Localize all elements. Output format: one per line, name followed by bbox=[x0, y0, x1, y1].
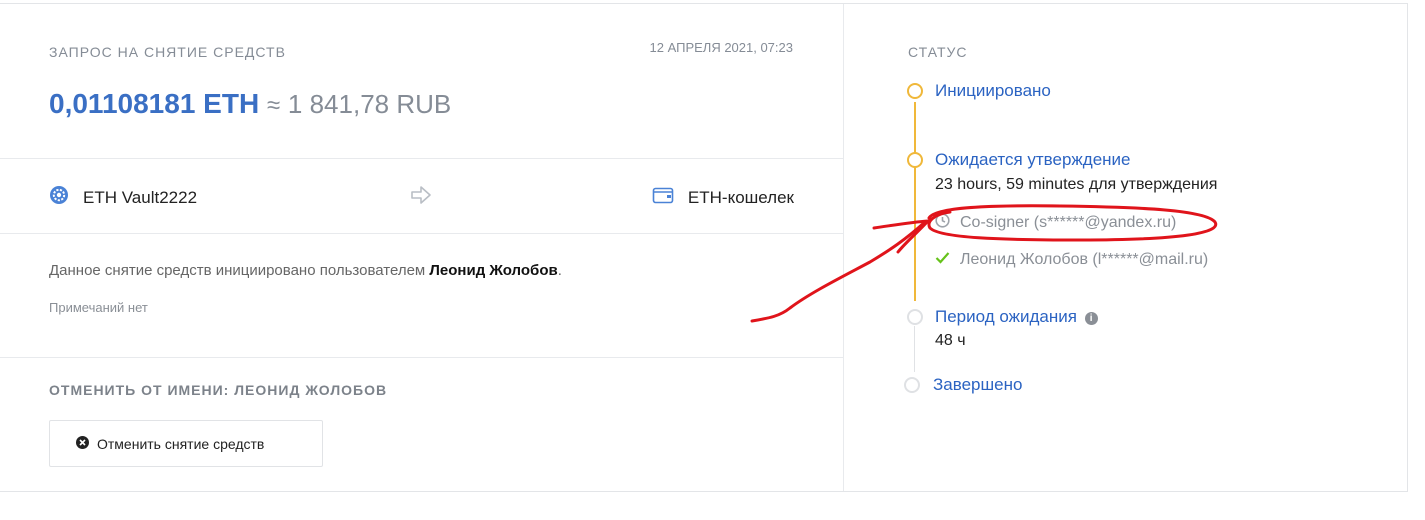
approx-sign: ≈ bbox=[266, 92, 281, 119]
request-title: ЗАПРОС НА СНЯТИЕ СРЕДСТВ bbox=[49, 44, 286, 60]
step-node-initiated bbox=[907, 83, 923, 99]
waiting-period-duration: 48 ч bbox=[935, 332, 966, 349]
wallet-icon bbox=[652, 185, 674, 210]
cosigner-label: Co-signer (s******@yandex.ru) bbox=[960, 214, 1177, 231]
timeline-line bbox=[914, 326, 915, 372]
initiator-signer-label: Леонид Жолобов (l******@mail.ru) bbox=[960, 251, 1209, 268]
initiator-name: Леонид Жолобов bbox=[429, 262, 558, 279]
arrow-right-icon bbox=[410, 184, 432, 211]
divider bbox=[0, 233, 844, 234]
status-panel: СТАТУС Инициировано Ожидается утверждени… bbox=[845, 4, 1407, 491]
amount-rub: 1 841,78 RUB bbox=[287, 89, 452, 119]
initiated-prefix: Данное снятие средств инициировано польз… bbox=[49, 262, 426, 279]
check-icon bbox=[935, 251, 950, 269]
timeline-line bbox=[914, 102, 916, 301]
clock-icon bbox=[935, 213, 950, 233]
cancel-button-label: Отменить снятие средств bbox=[97, 435, 265, 452]
initiated-by-text: Данное снятие средств инициировано польз… bbox=[49, 262, 562, 279]
step-node-awaiting-approval bbox=[907, 152, 923, 168]
close-circle-icon bbox=[76, 435, 89, 452]
step-awaiting-approval[interactable]: Ожидается утверждение bbox=[935, 150, 1131, 170]
status-title: СТАТУС bbox=[908, 44, 968, 60]
request-details-panel: ЗАПРОС НА СНЯТИЕ СРЕДСТВ 12 АПРЕЛЯ 2021,… bbox=[0, 4, 844, 491]
step-node-completed bbox=[904, 377, 920, 393]
vault-gear-icon bbox=[49, 185, 69, 210]
waiting-period-label: Период ожидания bbox=[935, 307, 1077, 326]
approval-time-left: 23 hours, 59 minutes для утверждения bbox=[935, 176, 1218, 193]
notes-text: Примечаний нет bbox=[49, 300, 148, 315]
step-waiting-period[interactable]: Период ожидания i bbox=[935, 307, 1098, 327]
source-account[interactable]: ETH Vault2222 bbox=[49, 185, 197, 210]
withdrawal-request-card: ЗАПРОС НА СНЯТИЕ СРЕДСТВ 12 АПРЕЛЯ 2021,… bbox=[0, 3, 1408, 492]
divider bbox=[0, 357, 844, 358]
signer-cosigner: Co-signer (s******@yandex.ru) bbox=[935, 213, 1176, 233]
destination-label: ETH-кошелек bbox=[687, 187, 794, 207]
step-initiated[interactable]: Инициировано bbox=[935, 81, 1051, 101]
transfer-row: ETH Vault2222 ETH-кошелек bbox=[0, 158, 844, 233]
cancel-withdrawal-button[interactable]: Отменить снятие средств bbox=[49, 420, 323, 467]
info-icon[interactable]: i bbox=[1084, 312, 1098, 325]
source-label: ETH Vault2222 bbox=[83, 187, 198, 207]
amount-eth: 0,01108181 ETH bbox=[49, 88, 260, 119]
step-completed[interactable]: Завершено bbox=[933, 375, 1022, 395]
step-node-waiting-period bbox=[907, 309, 923, 325]
cancel-section-title: ОТМЕНИТЬ ОТ ИМЕНИ: ЛЕОНИД ЖОЛОБОВ bbox=[49, 382, 388, 398]
signer-initiator: Леонид Жолобов (l******@mail.ru) bbox=[935, 251, 1208, 269]
request-date: 12 АПРЕЛЯ 2021, 07:23 bbox=[649, 40, 794, 55]
initiated-suffix: . bbox=[557, 262, 562, 279]
destination-account[interactable]: ETH-кошелек bbox=[652, 185, 794, 210]
amount: 0,01108181 ETH ≈ 1 841,78 RUB bbox=[49, 88, 451, 120]
